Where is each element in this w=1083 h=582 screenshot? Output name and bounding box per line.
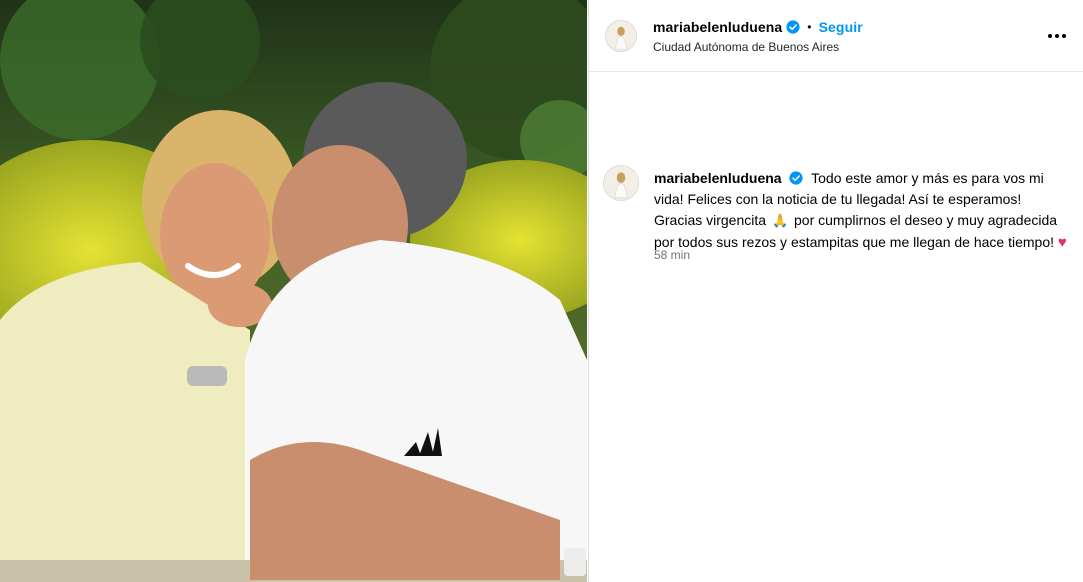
follow-button[interactable]: Seguir [819,19,863,35]
verified-badge-icon [786,20,800,34]
couple-photo-illustration [0,0,587,582]
avatar-image [606,21,636,51]
post-author-line: mariabelenluduena • Seguir [653,19,863,35]
post-photo[interactable] [0,0,587,582]
post-timestamp[interactable]: 58 min [654,248,690,262]
caption-author-avatar[interactable] [603,165,639,201]
avatar-image [604,166,638,200]
verified-badge-icon [789,171,804,185]
post-header: mariabelenluduena • Seguir Ciudad Autóno… [589,0,1083,72]
author-avatar[interactable] [605,20,637,52]
post-side-panel: mariabelenluduena • Seguir Ciudad Autóno… [588,0,1083,582]
caption-author-username[interactable]: mariabelenluduena [654,170,782,186]
post-location[interactable]: Ciudad Autónoma de Buenos Aires [653,40,839,54]
pink-heart-emoji: ♥ [1057,233,1067,251]
praying-hands-emoji: 🙏 [771,213,789,229]
more-options-icon[interactable] [1045,27,1069,45]
separator-dot: • [807,20,812,34]
author-username[interactable]: mariabelenluduena [653,19,782,35]
caption-text: mariabelenluduena Todo este amor y más e… [654,168,1072,253]
